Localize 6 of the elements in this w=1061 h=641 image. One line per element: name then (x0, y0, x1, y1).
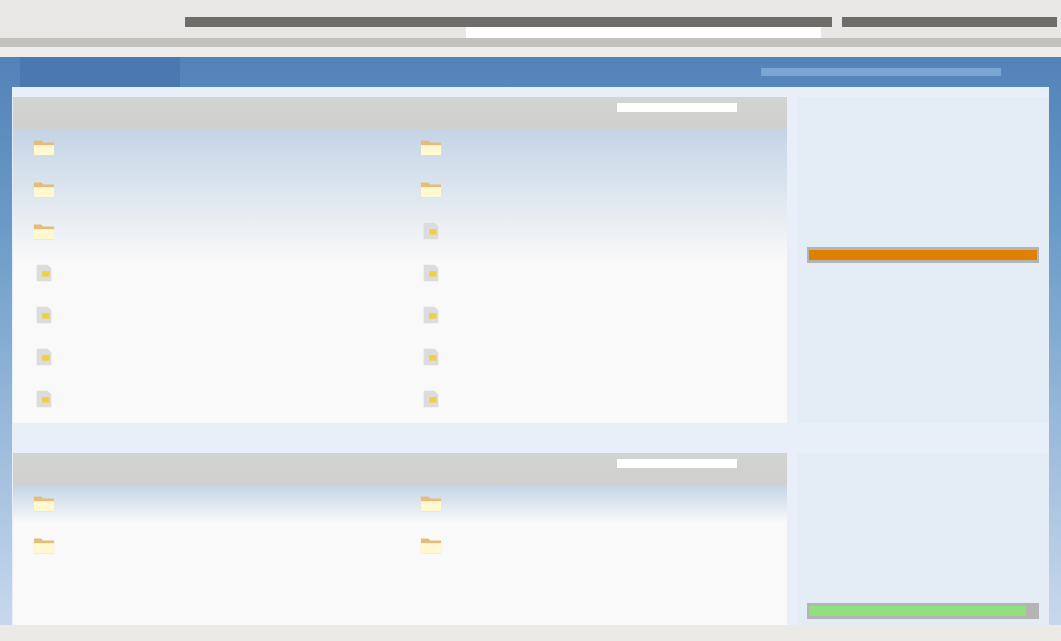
address-field[interactable] (466, 27, 821, 38)
nav-bar[interactable] (761, 68, 1001, 76)
search-field[interactable] (617, 459, 737, 468)
browser-tab[interactable] (185, 17, 832, 27)
browser-tab[interactable] (841, 17, 1057, 27)
search-field[interactable] (617, 103, 737, 112)
